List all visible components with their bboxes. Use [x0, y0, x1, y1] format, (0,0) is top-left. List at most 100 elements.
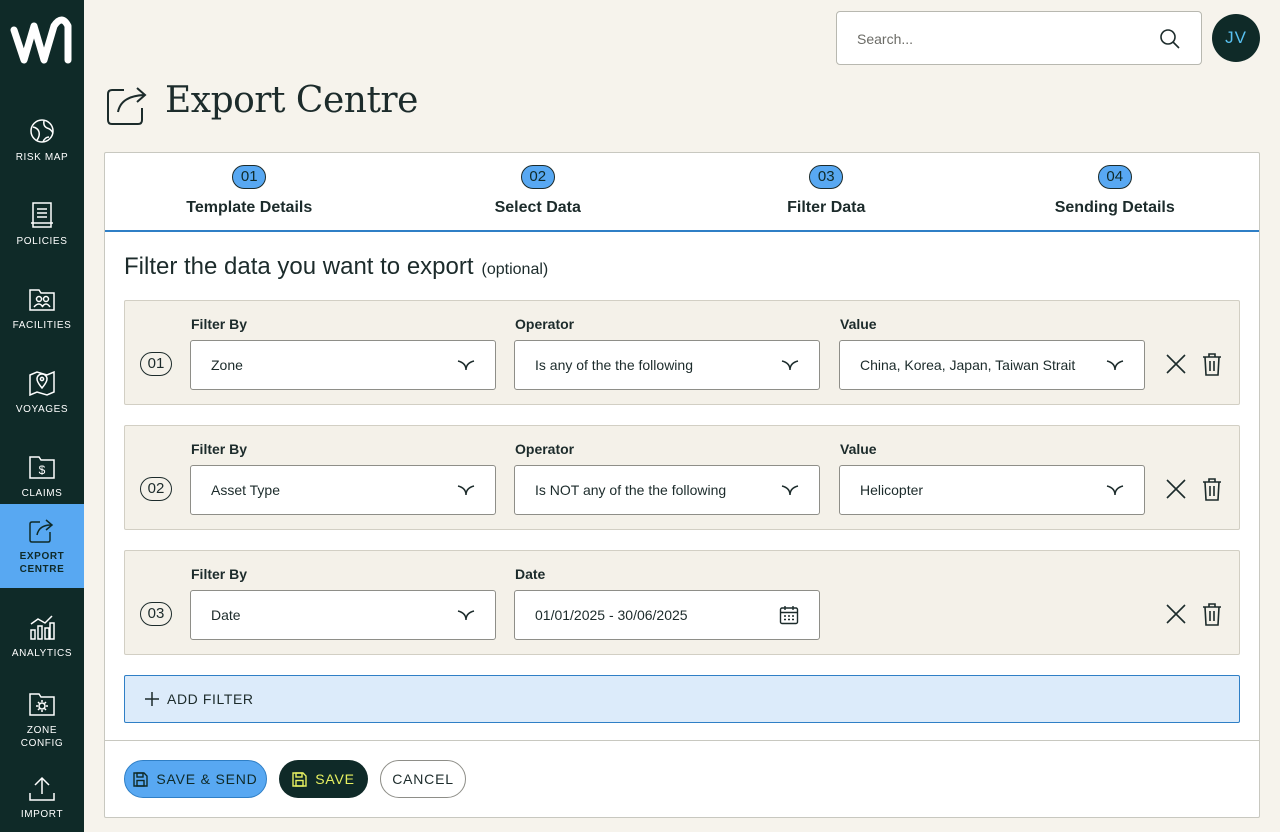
search-input[interactable]: [857, 28, 1147, 50]
save-button[interactable]: SAVE: [279, 760, 368, 798]
sidebar-item-analytics[interactable]: ANALYTICS: [0, 594, 84, 678]
filter-by-label: Filter By: [191, 566, 248, 582]
sidebar-item-risk-map[interactable]: RISK MAP: [0, 98, 84, 182]
map-pin-icon: [28, 369, 56, 397]
date-range-field[interactable]: 01/01/2025 - 30/06/2025: [514, 590, 820, 640]
step-label: Template Details: [186, 199, 313, 216]
chevron-down-icon: [457, 360, 475, 371]
sidebar-item-export-centre[interactable]: EXPORT CENTRE: [0, 504, 84, 588]
optional-label: (optional): [481, 261, 549, 278]
chevron-down-icon: [457, 610, 475, 621]
sidebar-item-label: ANALYTICS: [11, 647, 73, 659]
value-value: China, Korea, Japan, Taiwan Strait: [860, 357, 1076, 373]
calendar-icon[interactable]: [779, 605, 799, 625]
save-and-send-button[interactable]: SAVE & SEND: [124, 760, 267, 798]
export-wizard-panel: 01 Template Details 02 Select Data 03 Fi…: [104, 152, 1260, 818]
filter-by-select[interactable]: Asset Type: [190, 465, 496, 515]
operator-select[interactable]: Is any of the the following: [514, 340, 820, 390]
chart-icon: [28, 613, 56, 641]
sidebar-item-label: CLAIMS: [21, 487, 63, 499]
value-value: Helicopter: [860, 482, 924, 498]
add-filter-label: ADD FILTER: [167, 691, 254, 707]
filter-by-select[interactable]: Date: [190, 590, 496, 640]
sidebar-item-import[interactable]: IMPORT: [0, 762, 84, 832]
trash-icon[interactable]: [1200, 477, 1224, 501]
section-heading: Filter the data you want to export (optio…: [124, 253, 548, 281]
step-label: Sending Details: [1054, 199, 1175, 216]
sidebar-item-facilities[interactable]: FACILITIES: [0, 266, 84, 350]
value-select[interactable]: Helicopter: [839, 465, 1145, 515]
sidebar-item-label: FACILITIES: [12, 319, 72, 331]
filter-row-number: 02: [140, 477, 172, 501]
date-label: Date: [515, 566, 546, 582]
filter-by-label: Filter By: [191, 441, 248, 457]
logo-icon[interactable]: [10, 16, 74, 68]
add-filter-button[interactable]: ADD FILTER: [124, 675, 1240, 723]
step-number: 01: [232, 165, 267, 189]
save-and-send-label: SAVE & SEND: [156, 771, 258, 787]
step-filter-data[interactable]: 03 Filter Data: [682, 153, 971, 230]
chevron-down-icon: [781, 485, 799, 496]
filter-row-number: 03: [140, 602, 172, 626]
trash-icon[interactable]: [1200, 602, 1224, 626]
cancel-button[interactable]: CANCEL: [380, 760, 466, 798]
filter-row-number: 01: [140, 352, 172, 376]
filter-by-label: Filter By: [191, 316, 248, 332]
close-icon[interactable]: [1164, 602, 1188, 626]
step-number: 03: [809, 165, 844, 189]
value-select[interactable]: China, Korea, Japan, Taiwan Strait: [839, 340, 1145, 390]
sidebar-item-zone-config[interactable]: ZONE CONFIG: [0, 678, 84, 762]
svg-text:$: $: [39, 463, 46, 477]
filter-row: 02 Filter By Asset Type Operator Is NOT …: [124, 425, 1240, 530]
operator-label: Operator: [515, 316, 575, 332]
page-title: Export Centre: [165, 80, 418, 121]
chevron-down-icon: [457, 485, 475, 496]
trash-icon[interactable]: [1200, 352, 1224, 376]
operator-value: Is any of the the following: [535, 357, 693, 373]
step-select-data[interactable]: 02 Select Data: [394, 153, 683, 230]
close-icon[interactable]: [1164, 477, 1188, 501]
filter-row: 03 Filter By Date Date 01/01/2025 - 30/0…: [124, 550, 1240, 655]
wizard-steps: 01 Template Details 02 Select Data 03 Fi…: [105, 153, 1259, 232]
filter-by-select[interactable]: Zone: [190, 340, 496, 390]
search-box: [836, 11, 1202, 65]
avatar[interactable]: JV: [1212, 14, 1260, 62]
close-icon[interactable]: [1164, 352, 1188, 376]
step-sending-details[interactable]: 04 Sending Details: [971, 153, 1260, 230]
footer-actions: SAVE & SEND SAVE CANCEL: [105, 740, 1259, 817]
filter-by-value: Date: [211, 607, 241, 623]
step-template-details[interactable]: 01 Template Details: [105, 153, 394, 230]
dollar-doc-icon: $: [28, 453, 56, 481]
upload-icon: [28, 774, 56, 802]
sidebar-item-voyages[interactable]: VOYAGES: [0, 350, 84, 434]
export-icon: [107, 87, 147, 125]
document-icon: [28, 201, 56, 229]
filter-by-value: Zone: [211, 357, 243, 373]
filter-by-value: Asset Type: [211, 482, 281, 498]
step-label: Filter Data: [787, 199, 866, 216]
sidebar-item-label: RISK MAP: [15, 151, 69, 163]
sidebar-item-label: IMPORT: [20, 808, 64, 820]
chevron-down-icon: [781, 360, 799, 371]
value-label: Value: [840, 441, 877, 457]
sidebar-item-policies[interactable]: POLICIES: [0, 182, 84, 266]
sidebar-item-label: POLICIES: [16, 235, 68, 247]
sidebar-item-label: VOYAGES: [15, 403, 69, 415]
date-range-value: 01/01/2025 - 30/06/2025: [535, 607, 688, 623]
chevron-down-icon: [1106, 485, 1124, 496]
search-icon[interactable]: [1159, 28, 1181, 50]
folder-people-icon: [28, 285, 56, 313]
value-label: Value: [840, 316, 877, 332]
operator-select[interactable]: Is NOT any of the the following: [514, 465, 820, 515]
sidebar-item-label: ZONE CONFIG: [20, 725, 64, 749]
step-number: 04: [1097, 165, 1132, 189]
cancel-label: CANCEL: [392, 771, 454, 787]
step-label: Select Data: [494, 199, 581, 216]
export-icon: [28, 516, 56, 544]
plus-icon: [145, 692, 159, 706]
save-icon: [292, 771, 307, 787]
sidebar: RISK MAP POLICIES FACILITIES VOYAGES $ C…: [0, 0, 84, 832]
chevron-down-icon: [1106, 360, 1124, 371]
filter-row: 01 Filter By Zone Operator Is any of the…: [124, 300, 1240, 405]
gear-icon: [28, 690, 56, 718]
